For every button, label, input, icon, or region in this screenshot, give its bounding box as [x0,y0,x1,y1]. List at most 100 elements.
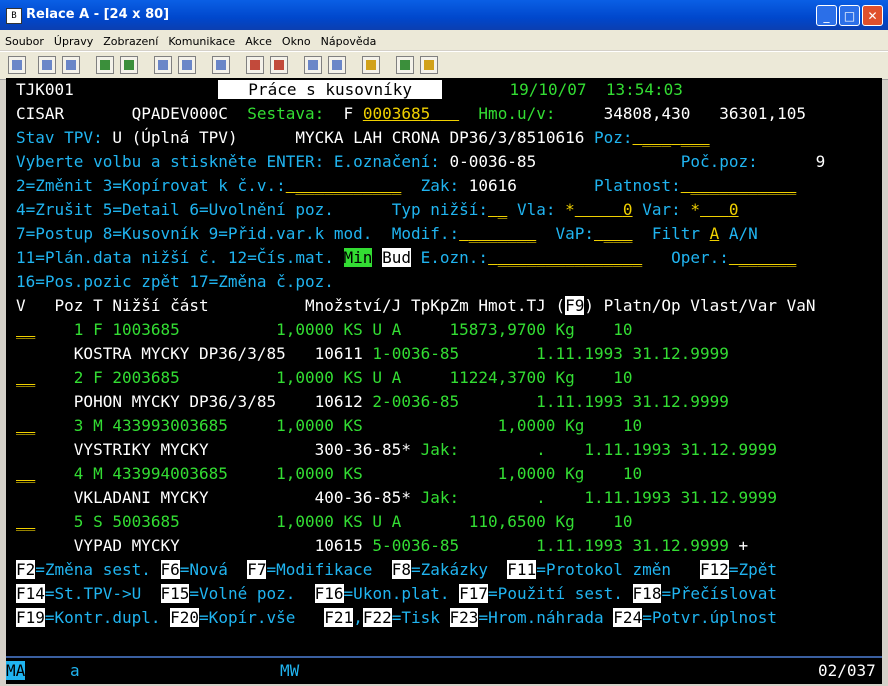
vap-input[interactable]: ___ [604,224,633,243]
display-icon[interactable] [154,56,172,74]
row-select-input[interactable]: __ [16,416,35,435]
f16-key[interactable]: F16 [314,584,344,603]
f23-key[interactable]: F23 [449,608,479,627]
eozn-label: E.označení: [333,152,440,171]
var-label: Var: [642,200,681,219]
status-mw: MW [280,661,300,680]
copy-icon[interactable] [38,56,56,74]
var-mark[interactable]: * [690,200,700,219]
stav-value: U (Úplná TPV) [112,128,238,147]
menu-bar: Soubor Úpravy Zobrazení Komunikace Akce Okno N… [0,30,888,50]
f12-key[interactable]: F12 [699,560,729,579]
poz-input-2[interactable]: ___ [681,128,710,147]
f22-key[interactable]: F22 [362,608,392,627]
f20-key[interactable]: F20 [170,608,200,627]
keyboard-icon[interactable] [178,56,196,74]
paste-icon[interactable] [62,56,80,74]
menu-akce[interactable]: Akce [240,32,277,48]
zak-value: 10616 [468,176,517,195]
stop-macro-icon[interactable] [270,56,288,74]
platnost-label: Platnost: [594,176,681,195]
more-indicator: + [728,536,749,555]
play-macro-icon[interactable] [304,56,322,74]
oper-label: Oper.: [671,248,729,267]
vap-label: VaP: [555,224,594,243]
menu-zobrazeni[interactable]: Zobrazení [98,32,163,48]
maximize-button[interactable]: □ [839,5,860,26]
program-id: TJK001 [16,80,74,99]
menu-upravy[interactable]: Úpravy [49,32,98,48]
menu-soubor[interactable]: Soubor [0,32,49,48]
f9-key[interactable]: F9 [565,296,585,315]
sestava-label: Sestava: [247,104,325,123]
f11-key[interactable]: F11 [507,560,537,579]
sestava-input[interactable]: 0003685 [363,104,430,123]
column-header-tail: ) Platn/Op Vlast/Var VaN [584,296,816,315]
filtr-input[interactable]: A [710,224,720,243]
f14-key[interactable]: F14 [16,584,45,603]
pocpoz-value: 9 [815,152,826,171]
status-char: a [70,661,80,680]
receive-icon[interactable] [120,56,138,74]
product-description: MYCKA LAH CRONA DP36/3/8510616 [295,128,585,147]
table-row: __ 2 F 2003685 1,0000 KS U A 11224,3700 … [16,368,633,387]
filtr-an-hint: A/N [728,224,758,243]
record-macro-icon[interactable] [246,56,264,74]
clipboard-icon[interactable] [362,56,380,74]
f21-key[interactable]: F21 [324,608,354,627]
f6-key[interactable]: F6 [160,560,180,579]
poz-label: Poz: [594,128,633,147]
minimize-button[interactable]: _ [816,5,837,26]
f18-key[interactable]: F18 [632,584,662,603]
table-row: __ 1 F 1003685 1,0000 KS U A 15873,9700 … [16,320,633,339]
table-row-detail: VYPAD MYCKY 10615 5-0036-85 1.11.1993 31… [16,536,749,555]
zak-label: Zak: [420,176,460,195]
macro-list-icon[interactable] [328,56,346,74]
row-select-input[interactable]: __ [16,320,35,339]
bud-button[interactable]: Bud [382,248,411,267]
options-line-3: 7=Postup 8=Kusovník 9=Přid.var.k mod. [16,224,373,243]
poz-input-1[interactable]: ___ [642,128,671,147]
terminal-screen[interactable]: TJK001 Práce s kusovníky 19/10/07 13:54:… [6,78,882,656]
modif-label: Modif.: [391,224,460,243]
modif-input[interactable]: _______ [469,224,536,243]
filtr-label: Filtr [651,224,700,243]
sestava-type: F [343,104,354,123]
min-button[interactable]: Min [343,248,373,267]
globe-icon[interactable] [396,56,414,74]
menu-napoveda[interactable]: Nápověda [316,32,382,48]
options-line-5: 16=Pos.pozic zpět 17=Změna č.poz. [16,272,334,291]
vla-input[interactable]: 0 [623,200,633,219]
f19-key[interactable]: F19 [16,608,45,627]
row-select-input[interactable]: __ [16,512,35,531]
menu-komunikace[interactable]: Komunikace [163,32,240,48]
var-input[interactable]: 0 [729,200,739,219]
status-mode: MA [6,661,26,680]
f2-key[interactable]: F2 [16,560,36,579]
kopirovat-cv-input[interactable]: ___________ [295,176,401,195]
window-title: Relace A - [24 x 80] [26,7,170,22]
row-select-input[interactable]: __ [16,464,35,483]
close-button[interactable]: ✕ [862,5,883,26]
device-name: QPADEV000C [131,104,228,123]
f7-key[interactable]: F7 [247,560,267,579]
oper-input[interactable]: ______ [739,248,797,267]
menu-okno[interactable]: Okno [277,32,316,48]
color-icon[interactable] [212,56,230,74]
f24-key[interactable]: F24 [613,608,643,627]
options-line-4: 11=Plán.data nižší č. 12=Čís.mat. [16,248,334,267]
pocpoz-label: Poč.poz: [680,152,758,171]
pencil-icon[interactable] [420,56,438,74]
f15-key[interactable]: F15 [160,584,190,603]
fkey-line-1: F2=Změna sest. F6=Nová F7=Modifikace F8=… [16,560,778,579]
send-icon[interactable] [96,56,114,74]
platnost-input[interactable]: ___________ [690,176,796,195]
hmo-label: Hmo.u/v: [478,104,556,123]
row-select-input[interactable]: __ [16,368,35,387]
f17-key[interactable]: F17 [459,584,489,603]
eozn2-input[interactable]: _______________ [498,248,643,267]
print-icon[interactable] [8,56,26,74]
typ-nizsi-input[interactable]: _ [498,200,508,219]
f8-key[interactable]: F8 [391,560,411,579]
vla-mark[interactable]: * [565,200,575,219]
